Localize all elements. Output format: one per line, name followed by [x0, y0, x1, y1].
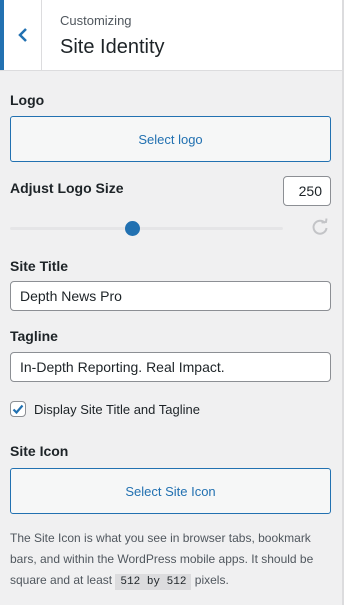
- select-site-icon-button[interactable]: Select Site Icon: [10, 468, 331, 514]
- site-icon-description: The Site Icon is what you see in browser…: [10, 528, 335, 593]
- back-button[interactable]: [0, 0, 42, 70]
- description-tail: pixels.: [194, 573, 229, 587]
- logo-size-slider-track[interactable]: [10, 227, 283, 230]
- chevron-left-icon: [17, 28, 27, 42]
- logo-size-label: Adjust Logo Size: [10, 180, 124, 196]
- description-code: 512 by 512: [115, 574, 192, 590]
- logo-label: Logo: [10, 92, 45, 108]
- checkmark-icon: [12, 404, 24, 415]
- customizing-label: Customizing: [60, 13, 132, 28]
- site-icon-label: Site Icon: [10, 443, 69, 459]
- site-title-label: Site Title: [10, 258, 69, 274]
- select-logo-button[interactable]: Select logo: [10, 116, 331, 162]
- logo-size-slider-thumb[interactable]: [125, 221, 141, 236]
- tagline-label: Tagline: [10, 328, 58, 344]
- section-title: Site Identity: [60, 36, 165, 58]
- customizer-header: Customizing Site Identity: [0, 0, 344, 71]
- logo-size-input[interactable]: [283, 176, 331, 206]
- site-title-input[interactable]: [10, 281, 331, 311]
- tagline-input[interactable]: [10, 352, 331, 382]
- display-title-checkbox[interactable]: [10, 401, 26, 417]
- reset-icon[interactable]: [310, 217, 330, 237]
- display-title-label: Display Site Title and Tagline: [34, 402, 200, 417]
